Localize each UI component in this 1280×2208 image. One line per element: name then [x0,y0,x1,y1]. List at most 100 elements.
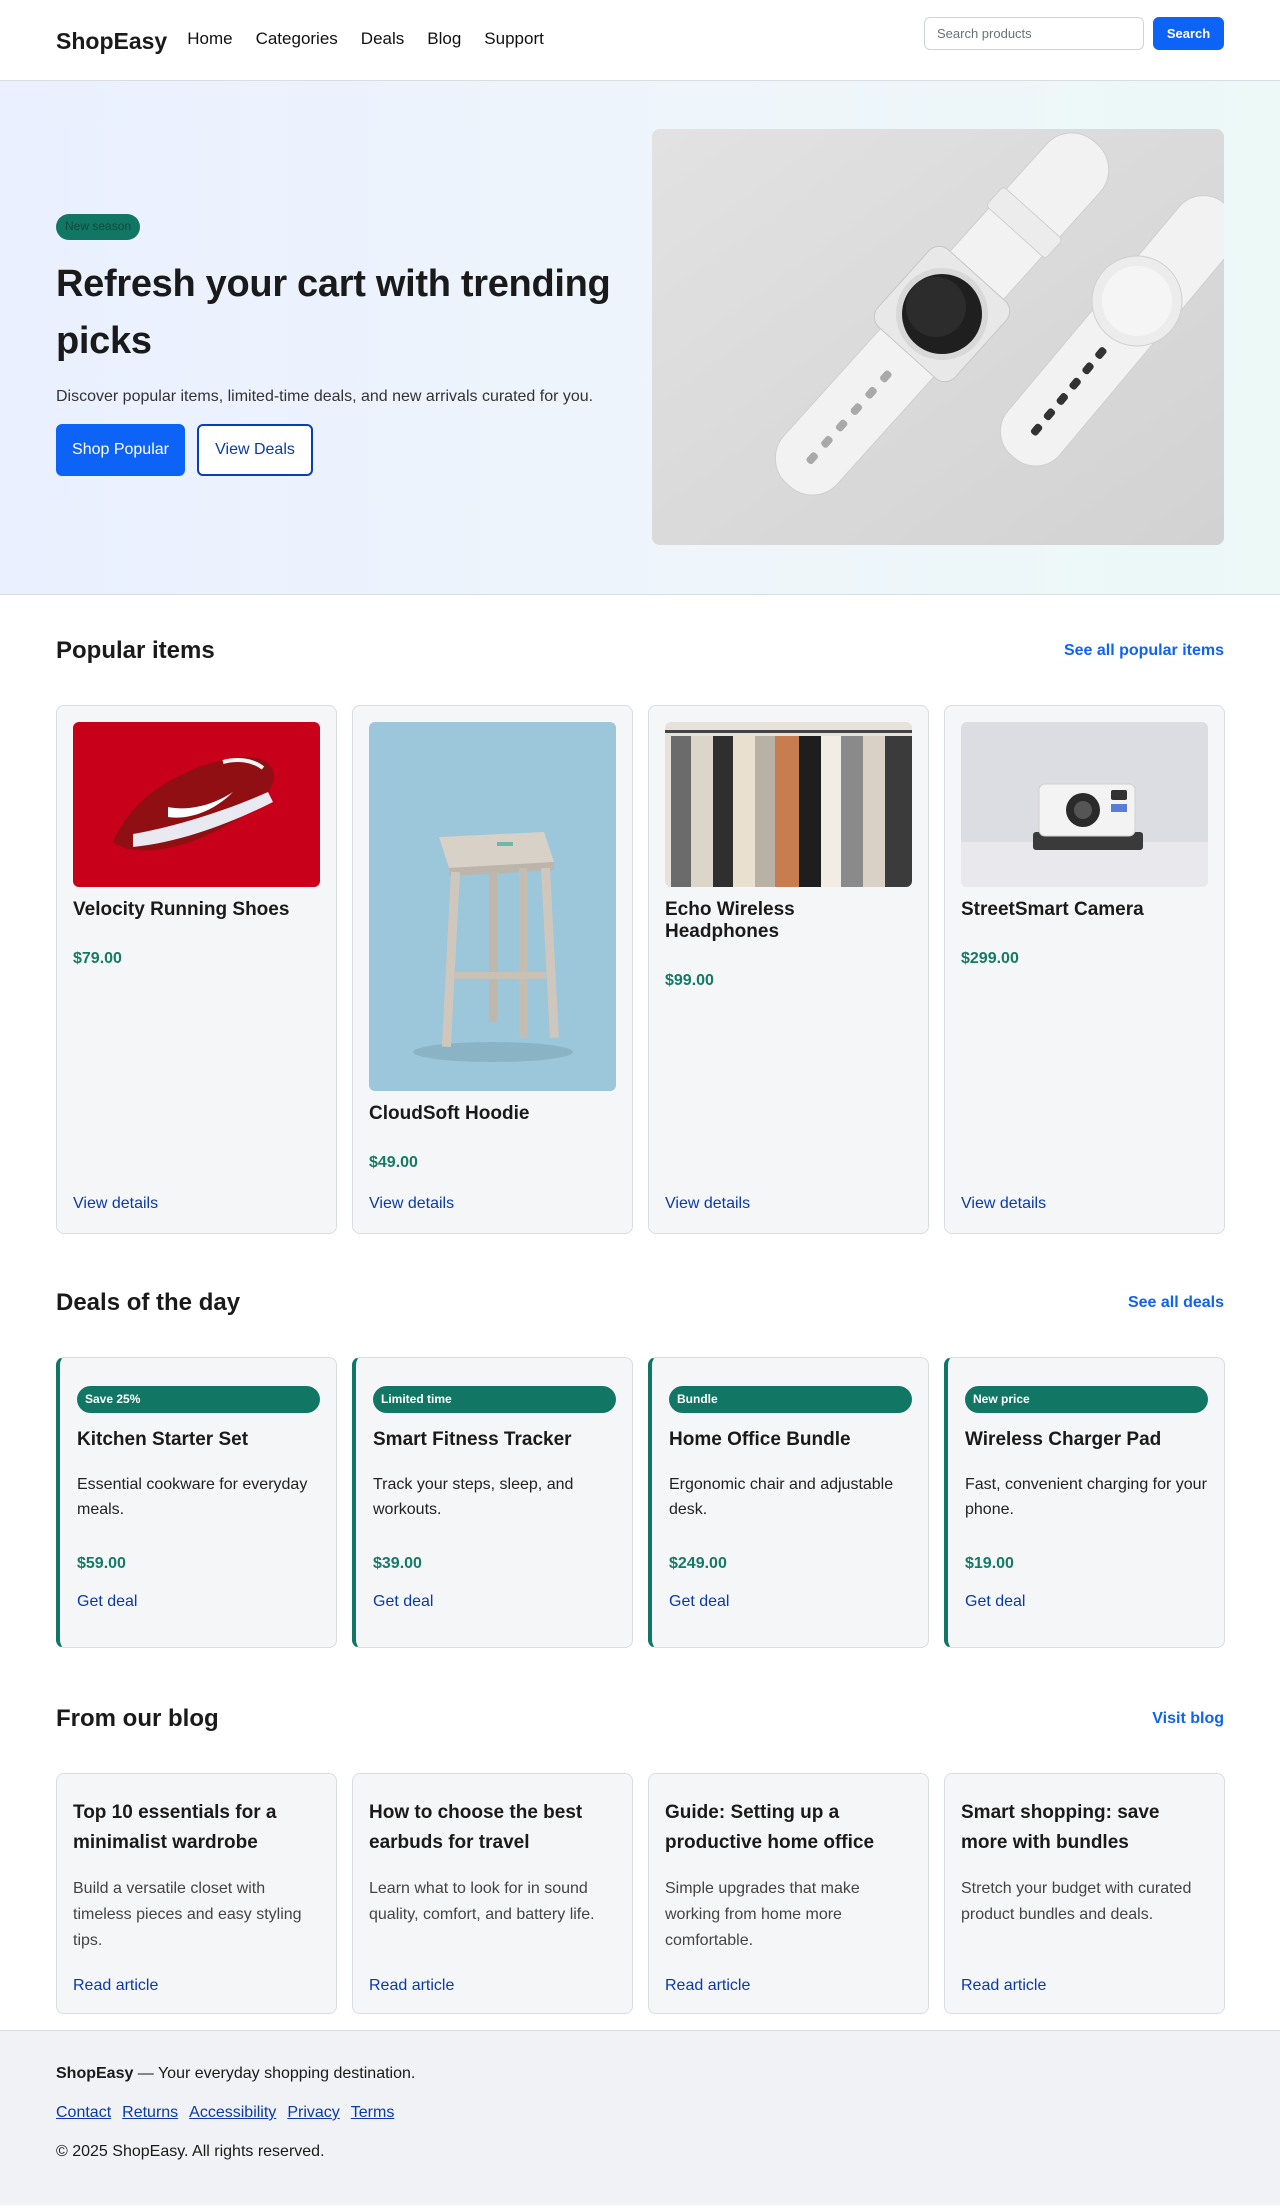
view-details-link[interactable]: View details [73,1195,320,1213]
product-name[interactable]: StreetSmart Camera [961,899,1208,921]
blog-card: Smart shopping: save more with bundles S… [944,1773,1225,2014]
product-name[interactable]: Echo Wireless Headphones [665,899,912,943]
blog-title: Guide: Setting up a productive home offi… [665,1802,875,1853]
deal-description: Track your steps, sleep, and workouts. [373,1476,574,1518]
hero-section: New season Refresh your cart with trendi… [0,81,1280,595]
get-deal-link[interactable]: Get deal [77,1593,320,1611]
deal-price: $59.00 [77,1555,126,1572]
deal-badge: New price [965,1386,1208,1413]
search-button[interactable]: Search [1153,17,1224,50]
copyright: © 2025 ShopEasy. All rights reserved. [56,2143,325,2160]
visit-blog-link[interactable]: Visit blog [1152,1710,1224,1728]
read-article-link[interactable]: Read article [665,1977,912,1995]
read-article-link[interactable]: Read article [73,1977,320,1995]
deal-description: Fast, convenient charging for your phone… [965,1476,1207,1518]
footer-links: Contact Returns Accessibility Privacy Te… [56,2104,1224,2122]
product-image-stool[interactable] [369,722,616,1091]
site-footer: ShopEasy — Your everyday shopping destin… [0,2030,1280,2205]
hero-title: Refresh your cart with trending picks [56,263,611,362]
product-card: Velocity Running Shoes $79.00 View detai… [56,705,337,1234]
nav-home[interactable]: Home [187,29,232,49]
blog-section-header: From our blog Visit blog [56,1705,1224,1733]
blog-title: How to choose the best earbuds for trave… [369,1802,583,1853]
product-price: $79.00 [73,950,122,967]
search-form: Search [924,17,1224,50]
deal-description: Essential cookware for everyday meals. [77,1476,308,1518]
deal-card: New price Wireless Charger Pad Fast, con… [944,1357,1225,1648]
deals-section-header: Deals of the day See all deals [56,1289,1224,1317]
blog-excerpt: Build a versatile closet with timeless p… [73,1880,302,1949]
deal-price: $39.00 [373,1555,422,1572]
deal-price: $249.00 [669,1555,727,1572]
product-image-camera[interactable] [961,722,1208,887]
blog-card: Guide: Setting up a productive home offi… [648,1773,929,2014]
deal-badge: Save 25% [77,1386,320,1413]
blog-excerpt: Simple upgrades that make working from h… [665,1880,860,1949]
popular-section-header: Popular items See all popular items [56,637,1224,665]
product-card: Echo Wireless Headphones $99.00 View det… [648,705,929,1234]
hero-smartwatch-image [652,129,1224,545]
blog-section: From our blog Visit blog Top 10 essentia… [0,1648,1280,2014]
product-price: $299.00 [961,950,1019,967]
deal-title: Home Office Bundle [669,1429,851,1450]
product-name[interactable]: CloudSoft Hoodie [369,1103,616,1125]
get-deal-link[interactable]: Get deal [373,1593,616,1611]
footer-tagline: ShopEasy — Your everyday shopping destin… [56,2065,1224,2083]
deal-card: Bundle Home Office Bundle Ergonomic chai… [648,1357,929,1648]
product-image-clothes-rack[interactable] [665,722,912,887]
popular-grid: Velocity Running Shoes $79.00 View detai… [56,705,1225,1234]
footer-tagline-text: — Your everyday shopping destination. [133,2065,416,2082]
view-details-link[interactable]: View details [665,1195,912,1213]
blog-title: Top 10 essentials for a minimalist wardr… [73,1802,277,1853]
product-card: StreetSmart Camera $299.00 View details [944,705,1225,1234]
blog-card: Top 10 essentials for a minimalist wardr… [56,1773,337,2014]
search-input[interactable] [924,17,1144,50]
deal-title: Kitchen Starter Set [77,1429,249,1450]
site-header: ShopEasy Home Categories Deals Blog Supp… [0,0,1280,81]
footer-link-terms[interactable]: Terms [351,2104,395,2122]
hero-content: New season Refresh your cart with trendi… [56,81,646,476]
brand-logo[interactable]: ShopEasy [56,28,167,55]
footer-link-privacy[interactable]: Privacy [287,2104,339,2122]
product-price: $49.00 [369,1154,418,1171]
blog-excerpt: Learn what to look for in sound quality,… [369,1880,595,1923]
popular-heading: Popular items [56,637,215,664]
get-deal-link[interactable]: Get deal [669,1593,912,1611]
deal-description: Ergonomic chair and adjustable desk. [669,1476,894,1518]
nav-categories[interactable]: Categories [256,29,338,49]
shop-popular-button[interactable]: Shop Popular [56,424,185,476]
hero-subtitle: Discover popular items, limited-time dea… [56,388,594,405]
deal-badge: Bundle [669,1386,912,1413]
blog-heading: From our blog [56,1705,219,1732]
see-all-deals-link[interactable]: See all deals [1128,1294,1224,1312]
deal-card: Save 25% Kitchen Starter Set Essential c… [56,1357,337,1648]
footer-link-accessibility[interactable]: Accessibility [189,2104,276,2122]
deal-badge: Limited time [373,1386,616,1413]
nav-support[interactable]: Support [484,29,544,49]
product-name[interactable]: Velocity Running Shoes [73,899,320,921]
read-article-link[interactable]: Read article [369,1977,616,1995]
blog-title: Smart shopping: save more with bundles [961,1802,1160,1853]
product-image-shoes[interactable] [73,722,320,887]
blog-excerpt: Stretch your budget with curated product… [961,1880,1192,1923]
deal-price: $19.00 [965,1555,1014,1572]
footer-link-contact[interactable]: Contact [56,2104,111,2122]
view-details-link[interactable]: View details [369,1195,616,1213]
get-deal-link[interactable]: Get deal [965,1593,1208,1611]
main-nav: Home Categories Deals Blog Support [187,29,544,49]
footer-brand: ShopEasy [56,2065,134,2082]
deal-card: Limited time Smart Fitness Tracker Track… [352,1357,633,1648]
view-deals-button[interactable]: View Deals [197,424,313,476]
read-article-link[interactable]: Read article [961,1977,1208,1995]
product-card: CloudSoft Hoodie $49.00 View details [352,705,633,1234]
popular-items-section: Popular items See all popular items Velo… [0,595,1280,1234]
footer-link-returns[interactable]: Returns [122,2104,178,2122]
hero-actions: Shop Popular View Deals [56,424,646,476]
nav-blog[interactable]: Blog [427,29,461,49]
deals-grid: Save 25% Kitchen Starter Set Essential c… [56,1357,1225,1648]
deals-heading: Deals of the day [56,1289,241,1316]
see-all-popular-link[interactable]: See all popular items [1064,642,1224,660]
deal-title: Wireless Charger Pad [965,1429,1162,1450]
view-details-link[interactable]: View details [961,1195,1208,1213]
nav-deals[interactable]: Deals [361,29,404,49]
